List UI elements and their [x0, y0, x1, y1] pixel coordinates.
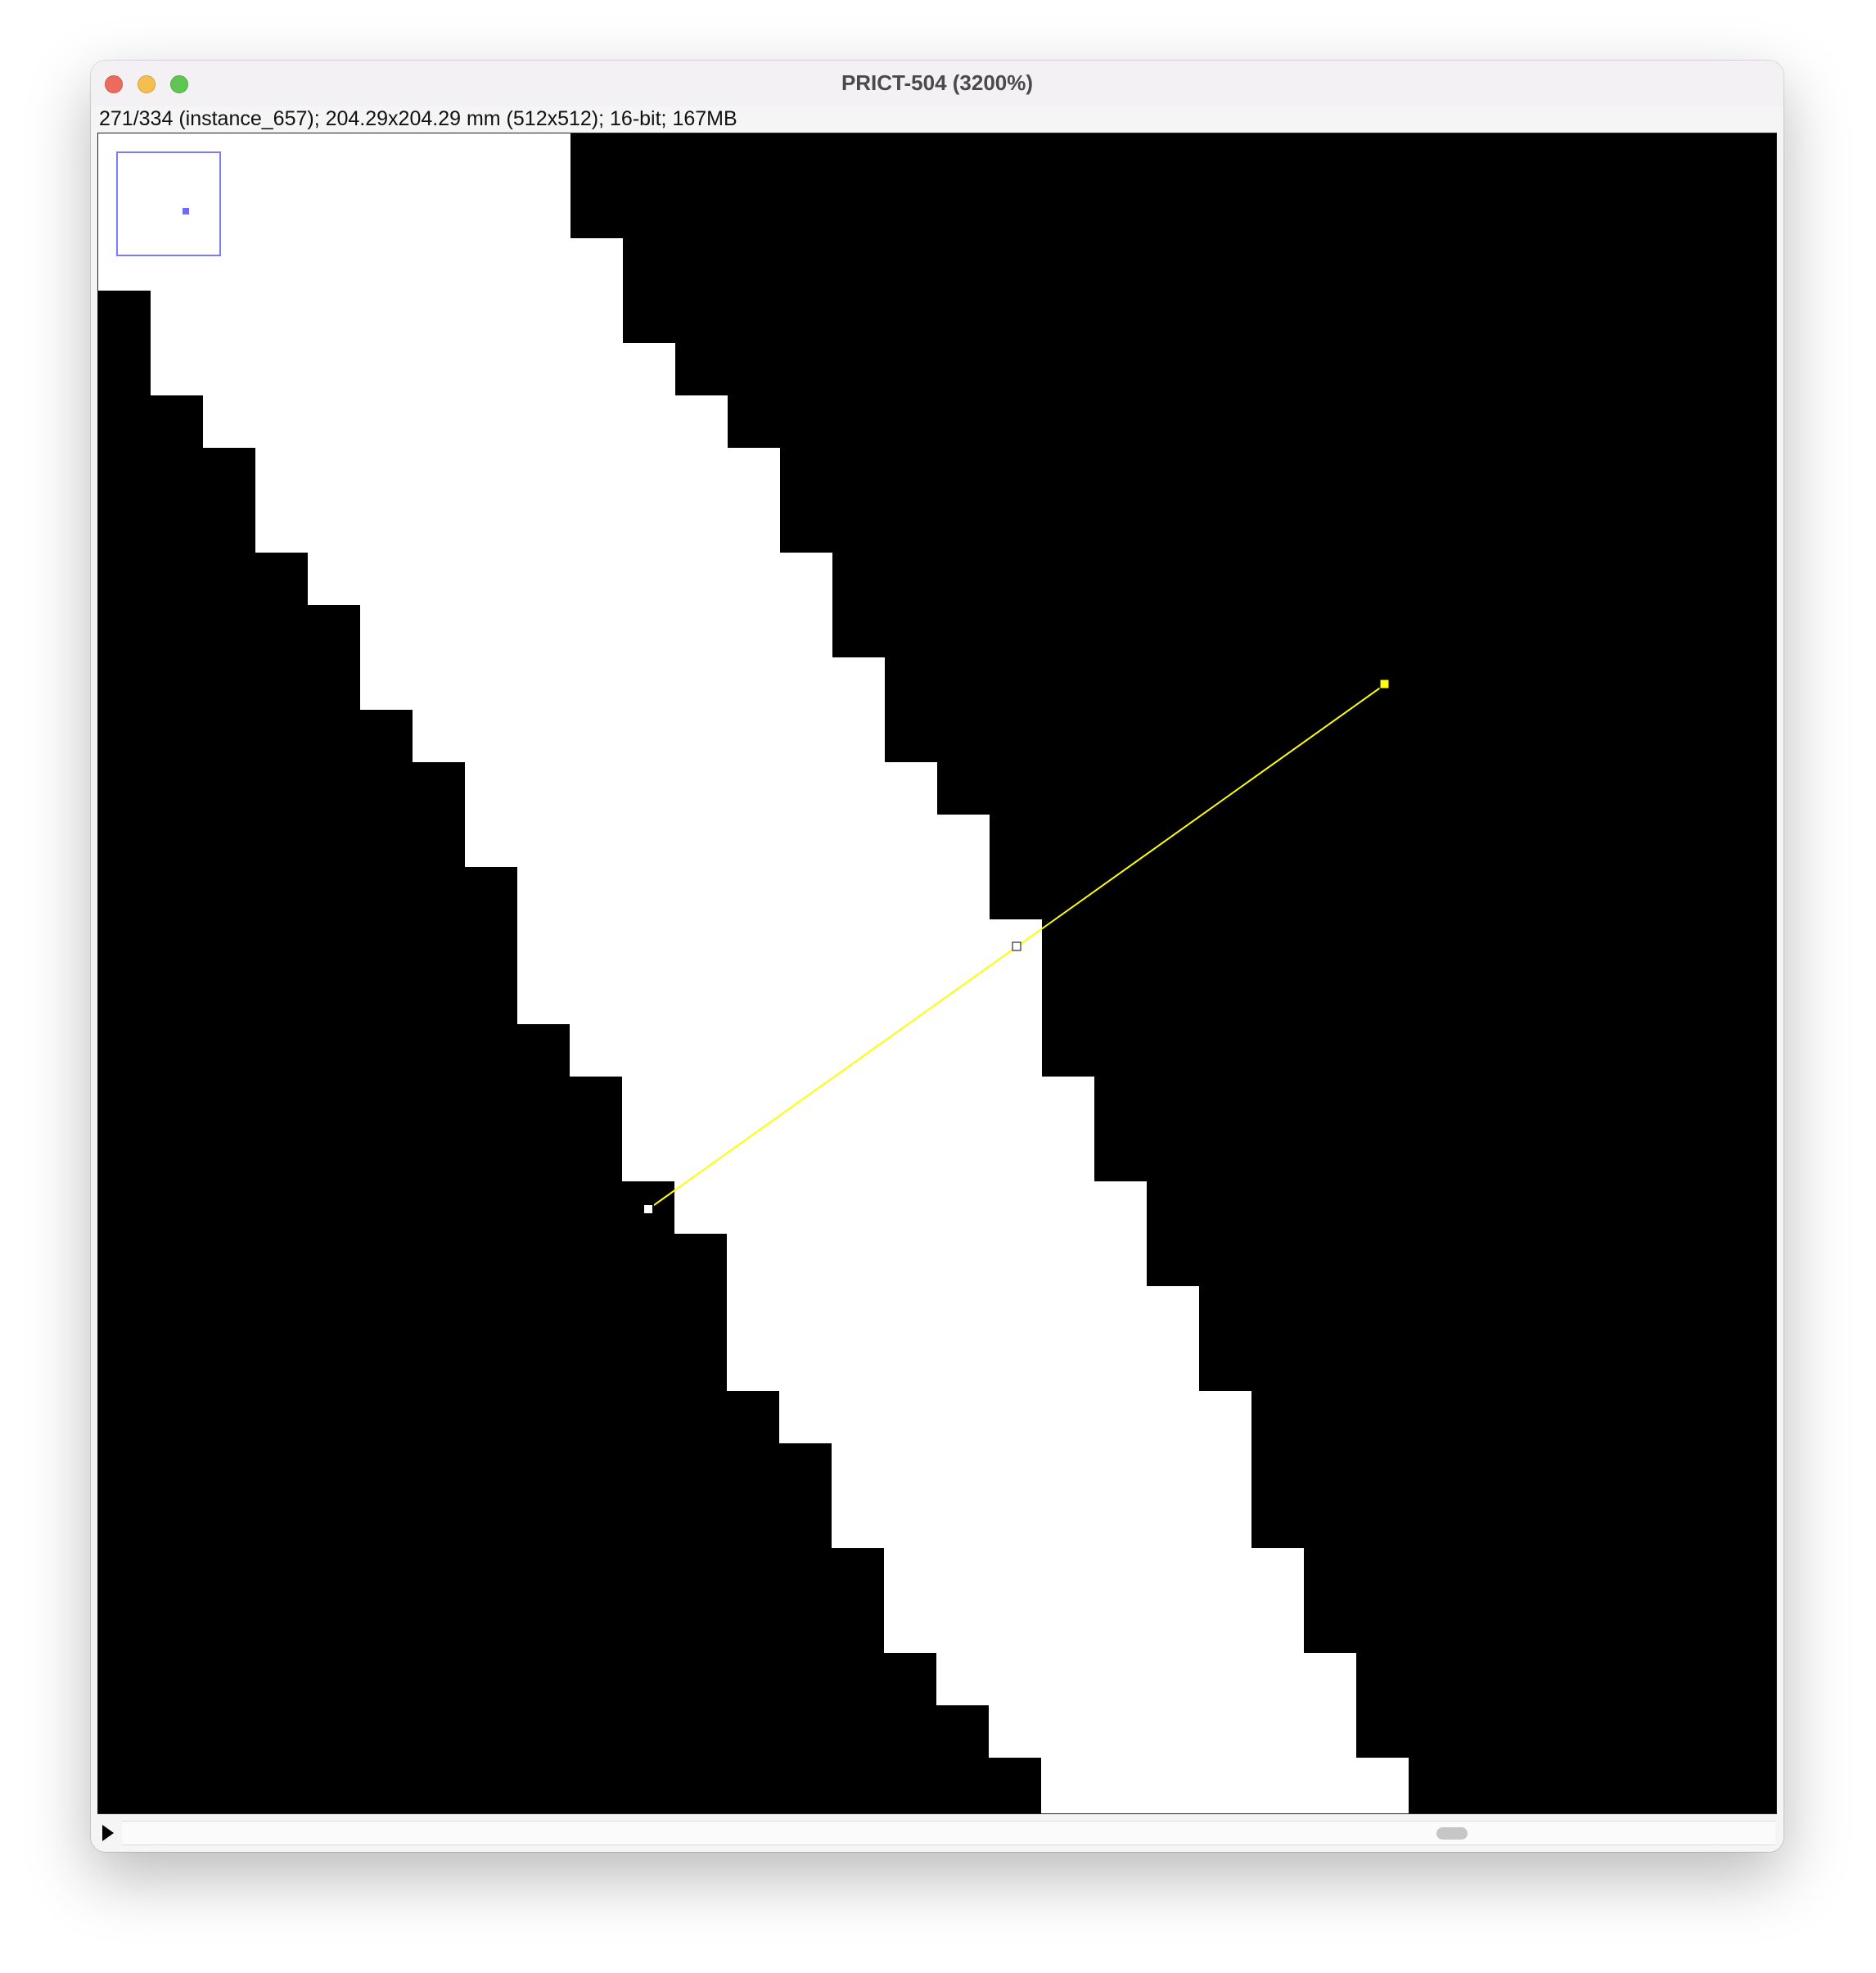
foreground-segment	[465, 815, 990, 867]
foreground-segment	[989, 1705, 1356, 1758]
foreground-segment	[622, 1077, 1094, 1181]
foreground-segment	[465, 762, 937, 815]
foreground-segment	[727, 1286, 1199, 1391]
foreground-segment	[151, 291, 623, 343]
zoom-navigator-viewport	[183, 208, 189, 214]
foreground-segment	[151, 343, 675, 395]
foreground-segment	[255, 448, 780, 553]
foreground-segment	[674, 1181, 1147, 1234]
title-bar[interactable]: PRICT-504 (3200%)	[91, 61, 1784, 106]
foreground-segment	[308, 553, 832, 605]
foreground-segment	[832, 1443, 1251, 1548]
foreground-segment	[570, 1024, 1042, 1077]
foreground-segment	[1041, 1758, 1409, 1813]
roi-mid-handle[interactable]	[1012, 941, 1021, 951]
slice-scrollbar[interactable]	[122, 1821, 1775, 1845]
window-title: PRICT-504 (3200%)	[841, 70, 1034, 95]
foreground-segment	[413, 710, 885, 762]
foreground-segment	[517, 867, 990, 919]
slice-scrollbar-thumb[interactable]	[1436, 1827, 1468, 1840]
foreground-segment	[360, 657, 885, 710]
roi-end-handle[interactable]	[1379, 679, 1390, 689]
foreground-segment	[727, 1234, 1147, 1286]
foreground-segment	[936, 1653, 1356, 1705]
foreground-segment	[517, 919, 1042, 1024]
image-info-text: 271/334 (instance_657); 204.29x204.29 mm…	[99, 107, 737, 130]
play-icon	[102, 1825, 114, 1841]
image-canvas-svg[interactable]	[98, 133, 1776, 1813]
image-window: PRICT-504 (3200%) 271/334 (instance_657)…	[91, 61, 1784, 1852]
slice-bar	[91, 1814, 1784, 1852]
foreground-segment	[779, 1391, 1251, 1443]
image-canvas[interactable]	[97, 133, 1777, 1814]
roi-start-handle[interactable]	[643, 1203, 654, 1215]
zoom-navigator[interactable]	[116, 151, 221, 256]
foreground-segment	[884, 1548, 1304, 1653]
play-button[interactable]	[99, 1822, 115, 1844]
foreground-segment	[360, 605, 832, 657]
foreground-segment	[203, 395, 728, 448]
